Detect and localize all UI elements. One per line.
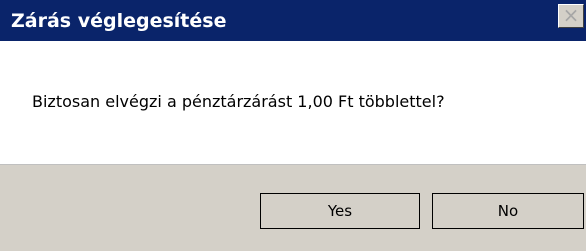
close-button[interactable]: × [558, 4, 584, 28]
confirmation-message: Biztosan elvégzi a pénztárzárást 1,00 Ft… [32, 92, 445, 111]
title-bar: Zárás véglegesítése × [0, 0, 586, 41]
yes-button[interactable]: Yes [260, 193, 420, 229]
confirm-dialog: Zárás véglegesítése × Biztosan elvégzi a… [0, 0, 586, 251]
dialog-title: Zárás véglegesítése [11, 10, 227, 32]
no-button[interactable]: No [432, 193, 584, 229]
dialog-content: Biztosan elvégzi a pénztárzárást 1,00 Ft… [0, 41, 586, 164]
button-bar: Yes No [0, 164, 586, 251]
close-icon: × [562, 3, 580, 27]
